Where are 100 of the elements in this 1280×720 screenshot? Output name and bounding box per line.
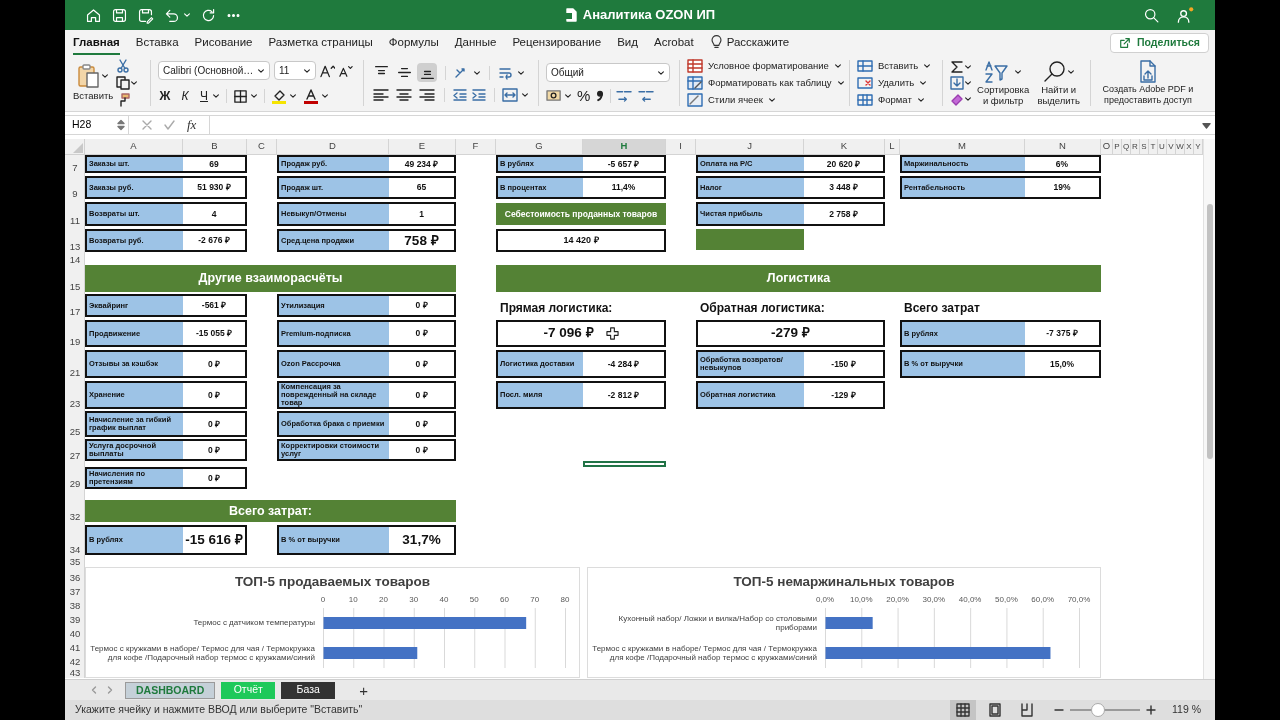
fill-color-icon[interactable] — [271, 88, 287, 104]
column-header[interactable]: L — [885, 139, 900, 155]
row-header[interactable]: 21 — [65, 350, 85, 378]
ribbon-tab[interactable]: Вид — [617, 30, 638, 55]
account-icon[interactable] — [1176, 5, 1195, 25]
styles-menu-button[interactable]: Стили ячеек — [687, 93, 842, 108]
row-header[interactable]: 40 — [65, 625, 85, 639]
row-header[interactable]: 11 — [65, 202, 85, 226]
row-header[interactable]: 32 — [65, 500, 85, 522]
row-header[interactable]: 29 — [65, 467, 85, 489]
column-header[interactable]: K — [804, 139, 885, 155]
scissors-icon[interactable] — [116, 59, 131, 73]
caret-icon[interactable] — [473, 68, 481, 77]
row-header[interactable]: 39 — [65, 611, 85, 625]
row-header[interactable]: 17 — [65, 294, 85, 317]
eraser-icon[interactable] — [950, 92, 964, 106]
sheet-tab[interactable]: База — [281, 681, 336, 699]
name-box[interactable]: H28 — [65, 116, 129, 134]
ribbon-tab[interactable]: Формулы — [388, 30, 439, 55]
italic-button[interactable]: К — [178, 87, 192, 105]
font-size-dropdown[interactable]: 11 — [274, 61, 316, 80]
row-header[interactable]: 25 — [65, 411, 85, 437]
font-color-icon[interactable] — [303, 88, 319, 104]
caret-icon[interactable] — [212, 92, 220, 100]
row-header[interactable]: 41 — [65, 639, 85, 653]
row-header[interactable]: 35 — [65, 555, 85, 567]
align-right-icon[interactable] — [418, 87, 436, 103]
align-left-icon[interactable] — [372, 87, 390, 103]
increase-decimal-icon[interactable] — [616, 88, 634, 103]
thousands-separator-icon[interactable] — [595, 88, 606, 103]
caret-icon[interactable] — [1014, 68, 1023, 76]
currency-format-icon[interactable] — [546, 88, 563, 103]
merge-cells-icon[interactable] — [502, 87, 518, 103]
tell-me-field[interactable]: Расскажите — [726, 33, 790, 52]
column-header[interactable]: J — [696, 139, 804, 155]
row-header[interactable]: 9 — [65, 176, 85, 199]
caret-icon[interactable] — [250, 92, 258, 100]
zoom-slider[interactable] — [1070, 703, 1140, 717]
column-header[interactable]: F — [456, 139, 496, 155]
add-sheet-button[interactable]: + — [359, 682, 368, 698]
zoom-in-icon[interactable] — [1146, 705, 1156, 715]
styles-menu-button[interactable]: Условное форматирование — [687, 58, 842, 73]
view-button[interactable] — [950, 700, 976, 720]
increase-indent-icon[interactable] — [471, 87, 487, 103]
caret-icon[interactable] — [321, 92, 329, 100]
copy-icon[interactable] — [116, 76, 131, 90]
paste-button[interactable]: Вставить — [73, 62, 114, 104]
find-select-button[interactable]: Найти и выделить — [1034, 60, 1083, 106]
decrease-decimal-icon[interactable] — [638, 88, 656, 103]
row-header[interactable]: 14 — [65, 252, 85, 265]
row-header[interactable]: 23 — [65, 381, 85, 409]
column-header[interactable]: V — [1167, 139, 1176, 155]
cells-menu-button[interactable]: Формат — [857, 93, 935, 108]
row-header[interactable]: 13 — [65, 229, 85, 252]
caret-icon[interactable] — [257, 66, 265, 75]
cells-menu-button[interactable]: Вставить — [857, 58, 935, 73]
font-dropdown[interactable]: Calibri (Основной… — [158, 61, 270, 80]
bold-button[interactable]: Ж — [158, 87, 172, 105]
caret-icon[interactable] — [303, 66, 311, 75]
percent-button[interactable]: % — [577, 88, 591, 103]
adobe-pdf-button[interactable]: Создать Adobe PDF и предоставить доступ — [1098, 60, 1198, 106]
expand-icon[interactable] — [1202, 120, 1211, 130]
number-format-dropdown[interactable]: Общий — [546, 63, 670, 82]
column-header[interactable]: I — [666, 139, 696, 155]
column-header[interactable]: T — [1149, 139, 1158, 155]
column-header[interactable]: O — [1101, 139, 1113, 155]
column-header[interactable]: H — [583, 139, 666, 155]
column-header[interactable]: M — [900, 139, 1025, 155]
column-header[interactable]: Y — [1194, 139, 1203, 155]
styles-menu-button[interactable]: Форматировать как таблицу — [687, 75, 842, 91]
row-header[interactable]: 42 — [65, 653, 85, 667]
row-header[interactable]: 19 — [65, 320, 85, 347]
zoom-thumb[interactable] — [1091, 703, 1105, 717]
column-header[interactable]: G — [496, 139, 583, 155]
sort-filter-button[interactable]: Сортировка и фильтр — [976, 60, 1031, 106]
row-header[interactable]: 36 — [65, 567, 85, 583]
column-header[interactable]: A — [85, 139, 183, 155]
underline-button[interactable]: Ч — [198, 87, 210, 105]
caret-icon[interactable] — [564, 91, 572, 100]
sum-icon[interactable] — [950, 60, 964, 74]
zoom-level[interactable]: 119 % — [1172, 702, 1201, 718]
redo-icon[interactable] — [200, 6, 217, 24]
column-header[interactable]: E — [389, 139, 456, 155]
row-header[interactable]: 43 — [65, 667, 85, 678]
scroll-thumb[interactable] — [1206, 204, 1213, 459]
ribbon-tab[interactable]: Разметка страницы — [268, 30, 373, 55]
caret-icon[interactable] — [657, 68, 665, 77]
stepper-icon[interactable] — [117, 119, 125, 131]
borders-icon[interactable] — [233, 88, 248, 104]
align-center-icon[interactable] — [395, 87, 413, 103]
row-header[interactable]: 27 — [65, 439, 85, 461]
caret-icon[interactable] — [1066, 68, 1075, 76]
row-header[interactable]: 34 — [65, 525, 85, 555]
search-icon[interactable] — [1143, 6, 1160, 24]
column-header[interactable]: B — [183, 139, 247, 155]
column-header[interactable]: N — [1025, 139, 1101, 155]
caret-icon[interactable] — [101, 71, 110, 80]
caret-icon[interactable] — [521, 91, 529, 99]
insert-function-button[interactable]: fx — [187, 115, 197, 135]
fill-down-icon[interactable] — [950, 76, 964, 90]
